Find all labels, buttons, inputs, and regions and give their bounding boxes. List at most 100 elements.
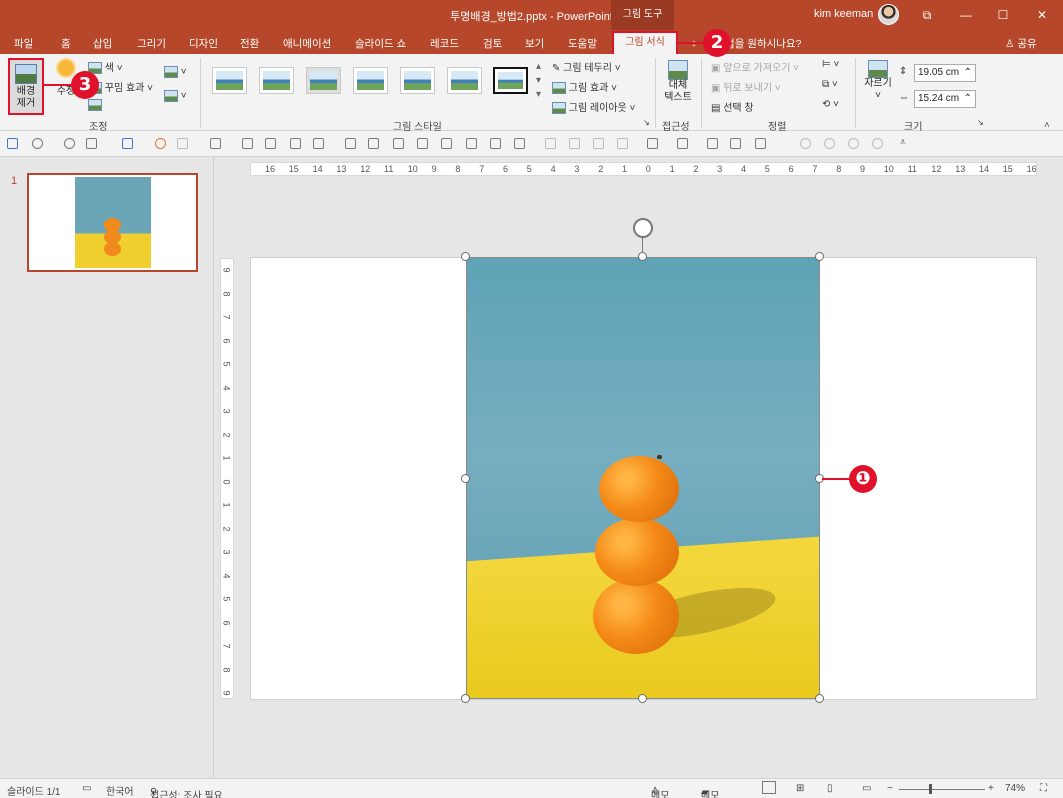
close-icon[interactable]: ✕ <box>1032 6 1052 24</box>
change-shape-icon[interactable] <box>313 138 324 149</box>
align-button[interactable]: ⊨ ˅ <box>822 59 839 70</box>
rotate-button[interactable]: ⟲ ˅ <box>822 99 839 110</box>
tab-view[interactable]: 보기 <box>525 36 544 51</box>
picture-style-6[interactable] <box>447 67 482 94</box>
styles-launcher-icon[interactable]: ↘ <box>643 118 650 127</box>
slide-sorter-icon[interactable]: ⊞ <box>796 783 804 794</box>
distribute-v-icon[interactable] <box>514 138 525 149</box>
undo-icon[interactable] <box>32 138 43 149</box>
bring-forward-qat-icon[interactable] <box>593 138 604 149</box>
shape-combine-icon[interactable] <box>824 138 835 149</box>
avatar[interactable] <box>878 4 899 25</box>
transparency-button[interactable] <box>88 99 102 111</box>
user-name[interactable]: kim keeman <box>814 8 873 20</box>
zoom-slider-thumb[interactable] <box>929 784 932 794</box>
shape-subtract-icon[interactable] <box>872 138 883 149</box>
language-status[interactable]: 한국어 <box>106 783 134 798</box>
save-icon[interactable] <box>7 138 18 149</box>
touch-mode-icon[interactable] <box>86 138 97 149</box>
tab-home[interactable]: 홈 <box>61 36 71 51</box>
resize-handle-bottom-left[interactable] <box>461 694 470 703</box>
send-backward-qat-icon[interactable] <box>617 138 628 149</box>
slide-info[interactable]: 슬라이드 1/1 <box>7 783 60 798</box>
bring-to-front-icon[interactable] <box>545 138 556 149</box>
redo-icon[interactable] <box>64 138 75 149</box>
align-top-icon[interactable] <box>417 138 428 149</box>
resize-handle-left[interactable] <box>461 474 470 483</box>
picture-layout-button[interactable]: 그림 레이아웃 ˅ <box>552 99 635 115</box>
collapse-ribbon-icon[interactable]: ˄ <box>1044 120 1050 131</box>
alt-text-button[interactable]: 대체 텍스트 <box>662 60 694 104</box>
send-backward-button[interactable]: ▣ 뒤로 보내기 ˅ <box>711 79 781 94</box>
align-bottom-icon[interactable] <box>466 138 477 149</box>
compress-pictures-button[interactable]: ˅ <box>164 66 187 78</box>
picture-style-5[interactable] <box>400 67 435 94</box>
height-spinner[interactable]: ⌃ <box>964 65 972 81</box>
width-spinner[interactable]: ⌃ <box>964 91 972 107</box>
resize-handle-top[interactable] <box>638 252 647 261</box>
bring-forward-button[interactable]: ▣ 앞으로 가져오기 ˅ <box>711 59 799 74</box>
ribbon-display-options-icon[interactable]: ⧉ <box>917 6 937 24</box>
rotate-qat-icon[interactable] <box>647 138 658 149</box>
zoom-in-button[interactable]: + <box>988 783 994 794</box>
shape-union-icon[interactable] <box>800 138 811 149</box>
remove-background-button[interactable]: 배경 제거 <box>8 58 44 115</box>
reading-view-icon[interactable]: ▯ <box>827 783 833 794</box>
size-launcher-icon[interactable]: ↘ <box>977 118 984 127</box>
selected-picture[interactable] <box>466 257 820 699</box>
slideshow-view-icon[interactable]: ▭ <box>862 783 871 794</box>
format-painter-icon[interactable] <box>177 138 188 149</box>
animation-icon[interactable] <box>730 138 741 149</box>
vertical-ruler[interactable]: 9 8 7 6 5 4 3 2 1 0 1 2 3 4 5 6 7 8 9 <box>220 258 234 699</box>
maximize-icon[interactable]: ☐ <box>993 6 1013 24</box>
resize-handle-bottom[interactable] <box>638 694 647 703</box>
tab-record[interactable]: 레코드 <box>430 36 459 51</box>
insert-picture-icon[interactable] <box>122 138 133 149</box>
tab-file[interactable]: 파일 <box>14 36 33 51</box>
customize-qat-icon[interactable]: ⩡ <box>900 137 906 148</box>
picture-effects-button[interactable]: 그림 효과 ˅ <box>552 79 617 95</box>
picture-style-2[interactable] <box>259 67 294 94</box>
align-right-icon[interactable] <box>393 138 404 149</box>
crop-button[interactable]: 자르기 ˅ <box>862 60 894 102</box>
tab-slideshow[interactable]: 슬라이드 쇼 <box>355 36 406 51</box>
resize-handle-bottom-right[interactable] <box>815 694 824 703</box>
tab-review[interactable]: 검토 <box>483 36 502 51</box>
share-button[interactable]: ♙ 공유 <box>1005 36 1037 51</box>
layout-icon[interactable] <box>755 138 766 149</box>
group-objects-icon[interactable] <box>210 138 221 149</box>
tab-animations[interactable]: 애니메이션 <box>283 36 331 51</box>
width-field[interactable]: 15.24 cm ⌃ <box>914 90 976 108</box>
zoom-out-button[interactable]: − <box>887 783 893 794</box>
picture-border-button[interactable]: ✎ 그림 테두리 ˅ <box>552 59 621 74</box>
normal-view-icon[interactable] <box>762 781 776 794</box>
align-middle-icon[interactable] <box>441 138 452 149</box>
picture-style-3[interactable] <box>306 67 341 94</box>
zoom-level[interactable]: 74% <box>1005 783 1025 794</box>
align-left-icon[interactable] <box>345 138 356 149</box>
tab-picture-format[interactable]: 그림 서식 <box>612 31 678 56</box>
reset-picture-icon[interactable] <box>290 138 301 149</box>
rotate-handle-icon[interactable] <box>633 218 653 238</box>
gallery-scroll-arrows[interactable]: ▴ ▾ ▾ <box>536 60 541 102</box>
zoom-slider[interactable] <box>899 789 985 790</box>
picture-style-4[interactable] <box>353 67 388 94</box>
grouping-icon[interactable] <box>707 138 718 149</box>
spell-check-icon[interactable]: ▭ <box>82 783 91 794</box>
resize-handle-top-left[interactable] <box>461 252 470 261</box>
send-to-back-icon[interactable] <box>569 138 580 149</box>
tab-design[interactable]: 디자인 <box>189 36 218 51</box>
selection-pane-qat-icon[interactable] <box>677 138 688 149</box>
crop-tool-icon[interactable] <box>242 138 253 149</box>
tab-draw[interactable]: 그리기 <box>137 36 166 51</box>
chart-pie-icon[interactable] <box>155 138 166 149</box>
minimize-icon[interactable]: — <box>956 6 976 24</box>
color-button[interactable]: 색 ˅ <box>88 59 123 75</box>
tab-insert[interactable]: 삽입 <box>93 36 112 51</box>
tab-help[interactable]: 도움말 <box>568 36 597 51</box>
height-field[interactable]: 19.05 cm ⌃ <box>914 64 976 82</box>
picture-style-1[interactable] <box>212 67 247 94</box>
shape-intersect-icon[interactable] <box>848 138 859 149</box>
tab-transitions[interactable]: 전환 <box>240 36 259 51</box>
fit-to-window-icon[interactable]: ⛶ <box>1040 783 1047 794</box>
